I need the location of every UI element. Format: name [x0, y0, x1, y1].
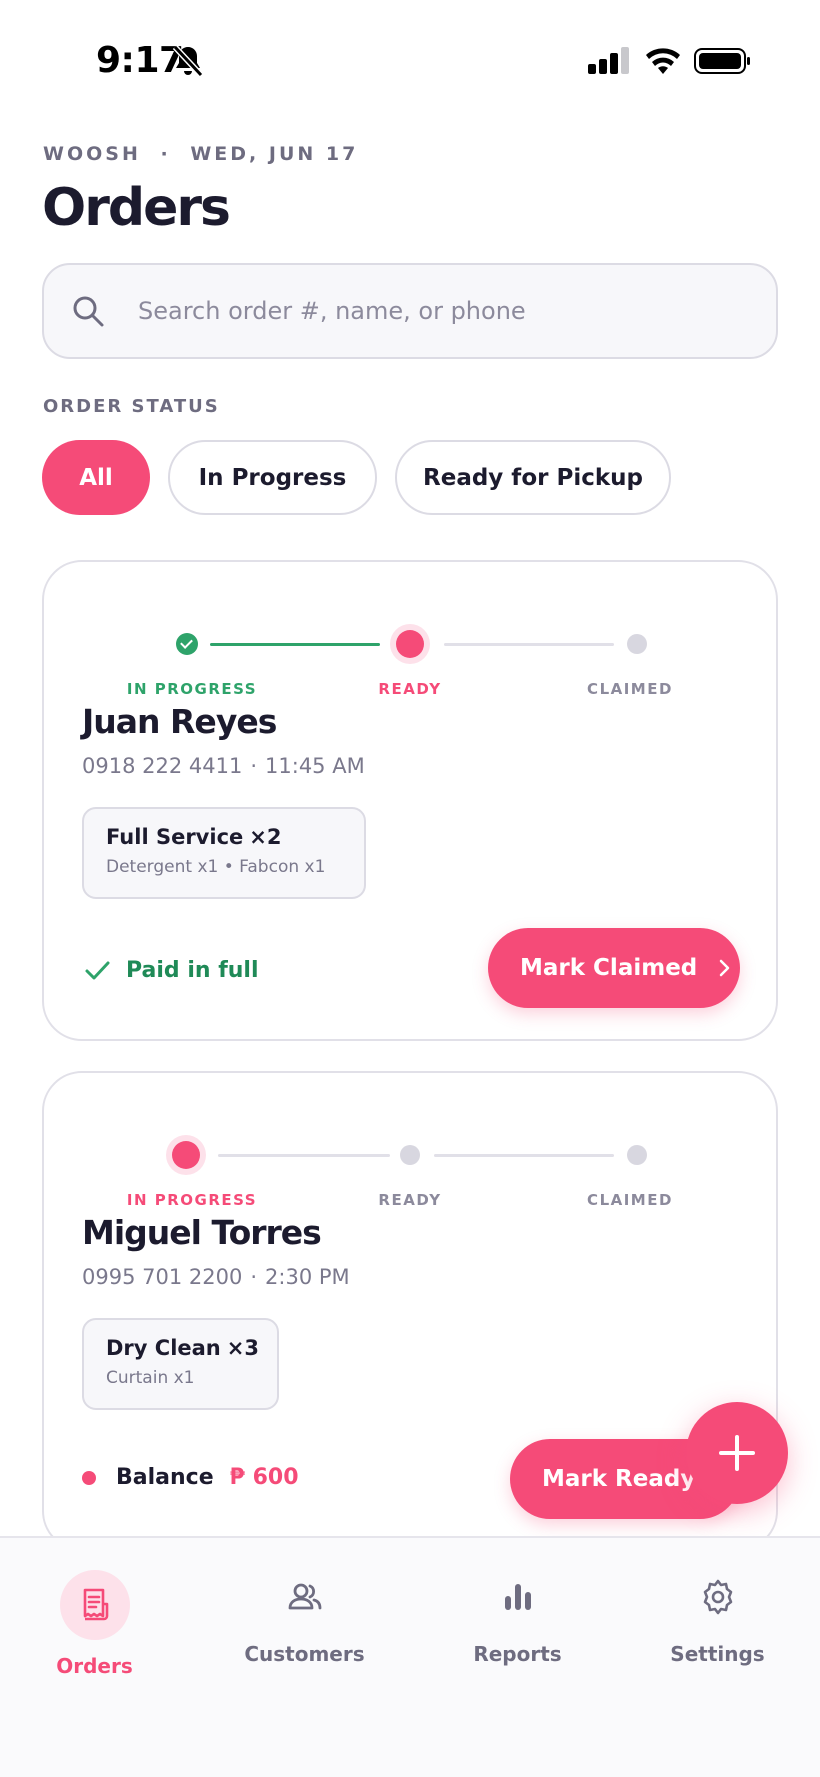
tab-settings-label: Settings: [670, 1642, 765, 1666]
mark-ready-label: Mark Ready: [542, 1466, 696, 1492]
tab-reports-label: Reports: [473, 1642, 562, 1666]
step-pending-dot: [400, 1145, 420, 1165]
step-pending-dot: [627, 1145, 647, 1165]
balance-status: Balance ₱ 600: [82, 1465, 299, 1490]
order-progress-stepper: IN PROGRESS READY CLAIMED: [44, 1109, 780, 1209]
bell-slash-icon: [172, 44, 204, 78]
wifi-icon: [646, 48, 680, 74]
service-name: Dry Clean: [106, 1336, 221, 1360]
filter-chip-ready-for-pickup[interactable]: Ready for Pickup: [395, 440, 671, 515]
order-card[interactable]: IN PROGRESS READY CLAIMED Juan Reyes 091…: [42, 560, 778, 1041]
tab-reports[interactable]: Reports: [415, 1538, 620, 1698]
customer-name: Juan Reyes: [82, 702, 277, 741]
service-name: Full Service: [106, 825, 244, 849]
service-addons: Detergent x1 • Fabcon x1: [106, 857, 326, 877]
payment-status-label: Paid in full: [126, 957, 259, 983]
tab-settings[interactable]: Settings: [615, 1538, 820, 1698]
service-addons: Curtain x1: [106, 1368, 195, 1388]
balance-amount: ₱ 600: [229, 1465, 299, 1490]
service-quantity: ×3: [226, 1336, 259, 1360]
bottom-tab-bar: Orders Customers Reports Settings: [0, 1536, 820, 1777]
page-title: Orders: [42, 178, 231, 238]
header-separator: ·: [160, 143, 171, 165]
customer-contact: 0995 701 2200 · 2:30 PM: [82, 1265, 350, 1289]
plus-icon: [719, 1435, 755, 1471]
mark-claimed-button[interactable]: Mark Claimed: [488, 928, 740, 1008]
step-done-check-icon: [176, 633, 198, 655]
step-label-claimed: CLAIMED: [587, 1191, 673, 1209]
receipt-icon: [59, 1570, 130, 1640]
order-status-label: ORDER STATUS: [43, 396, 220, 417]
order-time: 11:45 AM: [265, 754, 365, 778]
step-pending-dot: [627, 634, 647, 654]
cellular-signal-icon: [588, 47, 629, 74]
service-quantity: ×2: [249, 825, 282, 849]
order-progress-stepper: IN PROGRESS READY CLAIMED: [44, 598, 780, 698]
tab-orders-label: Orders: [56, 1654, 133, 1678]
tab-customers[interactable]: Customers: [202, 1538, 407, 1698]
search-input[interactable]: [138, 291, 738, 331]
tab-orders[interactable]: Orders: [0, 1538, 197, 1698]
balance-label: Balance: [116, 1465, 214, 1490]
customer-contact: 0918 222 4411 · 11:45 AM: [82, 754, 365, 778]
add-order-button[interactable]: [686, 1402, 788, 1504]
customer-phone: 0995 701 2200: [82, 1265, 243, 1289]
service-summary: Full Service ×2 Detergent x1 • Fabcon x1: [82, 807, 366, 899]
order-time: 2:30 PM: [265, 1265, 350, 1289]
header-date: WED, JUN 17: [190, 143, 359, 165]
step-label-in-progress: IN PROGRESS: [126, 1191, 258, 1209]
bar-chart-icon: [483, 1562, 553, 1632]
step-label-claimed: CLAIMED: [587, 680, 673, 698]
filter-chip-in-progress[interactable]: In Progress: [168, 440, 377, 515]
step-connector-done: [210, 643, 380, 646]
users-icon: [270, 1562, 340, 1632]
check-icon: [85, 961, 110, 980]
mark-claimed-label: Mark Claimed: [520, 955, 698, 981]
customer-name: Miguel Torres: [82, 1213, 322, 1252]
search-icon: [73, 296, 104, 327]
step-connector: [218, 1154, 390, 1157]
step-connector: [434, 1154, 614, 1157]
step-active-dot: [172, 1141, 200, 1169]
step-label-ready: READY: [378, 1191, 442, 1209]
status-time: 9:17: [96, 40, 184, 81]
order-card[interactable]: IN PROGRESS READY CLAIMED Miguel Torres …: [42, 1071, 778, 1551]
service-summary: Dry Clean ×3 Curtain x1: [82, 1318, 279, 1410]
brand-name: WOOSH: [43, 143, 141, 165]
status-bar: 9:17: [0, 0, 820, 120]
filter-chip-all[interactable]: All: [42, 440, 150, 515]
tab-customers-label: Customers: [244, 1642, 365, 1666]
step-connector: [444, 643, 614, 646]
customer-phone: 0918 222 4411: [82, 754, 243, 778]
chevron-right-icon: [720, 959, 730, 977]
search-bar[interactable]: [42, 263, 778, 359]
step-label-in-progress: IN PROGRESS: [126, 680, 258, 698]
step-label-ready: READY: [378, 680, 442, 698]
battery-icon: [694, 48, 750, 74]
payment-status: Paid in full: [82, 955, 259, 985]
balance-dot-icon: [82, 1470, 96, 1485]
gear-icon: [683, 1562, 753, 1632]
step-active-dot: [396, 630, 424, 658]
header-eyebrow: WOOSH · WED, JUN 17: [43, 143, 358, 165]
